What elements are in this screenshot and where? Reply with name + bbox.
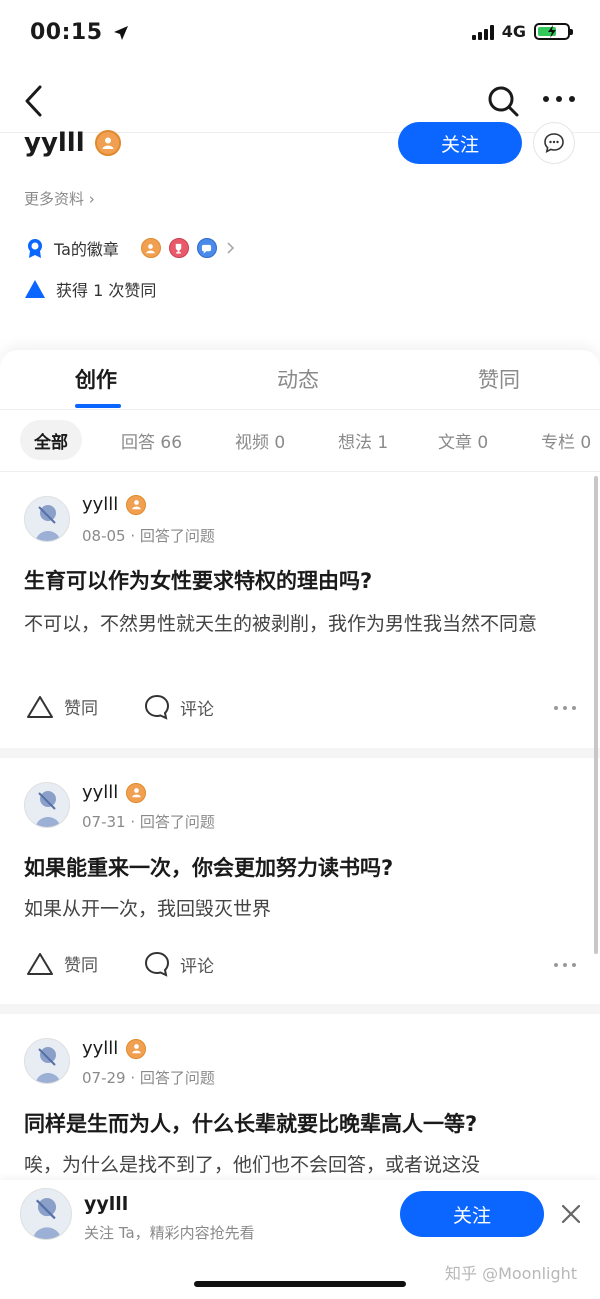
back-chevron-icon[interactable] [20, 84, 50, 118]
filter-videos[interactable]: 视频 0 [235, 420, 285, 460]
chat-icon [544, 133, 564, 153]
home-indicator [194, 1281, 406, 1287]
badges-row[interactable]: Ta的徽章 [24, 236, 235, 260]
badges-label: Ta的徽章 [54, 240, 119, 259]
battery-icon [534, 23, 573, 40]
network-label: 4G [501, 22, 526, 41]
tabs-divider [0, 409, 600, 410]
question-title[interactable]: 生育可以作为女性要求特权的理由吗? [24, 565, 372, 595]
tab-upvoted[interactable]: 赞同 [478, 364, 520, 394]
close-icon[interactable] [560, 1203, 582, 1225]
status-time: 00:15 [30, 20, 129, 45]
time-text: 00:15 [30, 20, 103, 45]
comment-button[interactable]: 评论 [144, 694, 214, 720]
comment-icon [144, 951, 170, 977]
likes-row: 获得 1 次赞同 [24, 277, 156, 301]
scrollbar[interactable] [594, 476, 598, 954]
like-label: 赞同 [64, 956, 98, 976]
filter-thoughts[interactable]: 想法 1 [338, 420, 388, 460]
user-badge-icon [126, 494, 147, 515]
question-title[interactable]: 同样是生而为人，什么长辈就要比晚辈高人一等? [24, 1108, 477, 1138]
author-row: yylll [82, 1038, 147, 1059]
tab-activity[interactable]: 动态 [277, 364, 319, 394]
filter-answers[interactable]: 回答 66 [121, 420, 182, 460]
comment-label: 评论 [180, 956, 214, 977]
author-row: yylll [82, 782, 147, 803]
answer-excerpt[interactable]: 如果从开一次，我回毁灭世界 [24, 894, 574, 924]
avatar[interactable] [24, 782, 70, 828]
signal-icon [471, 24, 494, 40]
author-name[interactable]: yylll [82, 782, 118, 803]
feed-card[interactable]: yylll 07-29 · 回答了问题 同样是生而为人，什么长辈就要比晚辈高人一… [0, 1014, 600, 1184]
more-options-icon[interactable] [554, 706, 576, 710]
filter-columns[interactable]: 专栏 0 [541, 420, 591, 460]
like-button[interactable]: 赞同 [26, 951, 98, 976]
post-meta: 07-29 · 回答了问题 [82, 1069, 215, 1087]
feed-card[interactable]: yylll 08-05 · 回答了问题 生育可以作为女性要求特权的理由吗? 不可… [0, 472, 600, 748]
comment-icon [144, 694, 170, 720]
author-name[interactable]: yylll [82, 494, 118, 515]
tab-creations[interactable]: 创作 [75, 364, 117, 394]
card-separator [0, 748, 600, 758]
like-label: 赞同 [64, 699, 98, 719]
trophy-badge-icon [168, 238, 189, 258]
comment-label: 评论 [180, 699, 214, 720]
user-badge-icon [126, 1038, 147, 1059]
upvote-outline-icon [27, 952, 53, 975]
search-icon[interactable] [486, 84, 520, 118]
more-icon[interactable] [543, 96, 577, 106]
medal-icon [28, 239, 42, 258]
answer-excerpt[interactable]: 不可以，不然男性就天生的被剥削，我作为男性我当然不同意 [24, 609, 574, 639]
post-meta: 08-05 · 回答了问题 [82, 527, 215, 545]
author-name[interactable]: yylll [82, 1038, 118, 1059]
message-button[interactable] [533, 122, 575, 164]
answer-excerpt[interactable]: 唉，为什么是找不到了，他们也不会回答，或者说这没 [24, 1150, 574, 1180]
chat-badge-icon [196, 238, 217, 258]
more-options-icon[interactable] [554, 963, 576, 967]
feed-card[interactable]: yylll 07-31 · 回答了问题 如果能重来一次，你会更加努力读书吗? 如… [0, 758, 600, 1004]
user-badge-icon [140, 238, 161, 258]
follow-button[interactable]: 关注 [398, 122, 522, 164]
bottom-follow-button[interactable]: 关注 [400, 1191, 544, 1237]
comment-button[interactable]: 评论 [144, 951, 214, 977]
watermark: 知乎 @Moonlight [445, 1264, 578, 1283]
upvote-triangle-icon [25, 280, 45, 298]
avatar[interactable] [24, 1038, 70, 1084]
bottom-bar-name: yylll [84, 1193, 129, 1215]
bottom-bar-subtitle: 关注 Ta，精彩内容抢先看 [84, 1224, 255, 1242]
chevron-right-icon [227, 242, 235, 254]
likes-text: 获得 1 次赞同 [56, 281, 157, 300]
user-badge-icon [126, 782, 147, 803]
filter-row: 全部 回答 66 视频 0 想法 1 文章 0 专栏 0 [0, 420, 600, 462]
profile-name-row: yylll [24, 128, 121, 158]
like-button[interactable]: 赞同 [26, 694, 98, 719]
tab-bar: 创作 动态 赞同 [0, 364, 600, 408]
avatar[interactable] [24, 496, 70, 542]
location-arrow-icon [113, 26, 128, 40]
avatar[interactable] [20, 1188, 72, 1240]
upvote-outline-icon [27, 695, 53, 718]
author-row: yylll [82, 494, 147, 515]
profile-name: yylll [24, 128, 85, 158]
user-badge-icon[interactable] [94, 130, 121, 156]
question-title[interactable]: 如果能重来一次，你会更加努力读书吗? [24, 852, 393, 882]
status-indicators: 4G [471, 22, 573, 41]
card-separator [0, 1004, 600, 1014]
post-meta: 07-31 · 回答了问题 [82, 813, 215, 831]
filter-articles[interactable]: 文章 0 [438, 420, 488, 460]
active-tab-indicator [75, 404, 121, 408]
filter-all[interactable]: 全部 [20, 420, 82, 460]
more-info-link[interactable]: 更多资料 › [24, 188, 95, 209]
